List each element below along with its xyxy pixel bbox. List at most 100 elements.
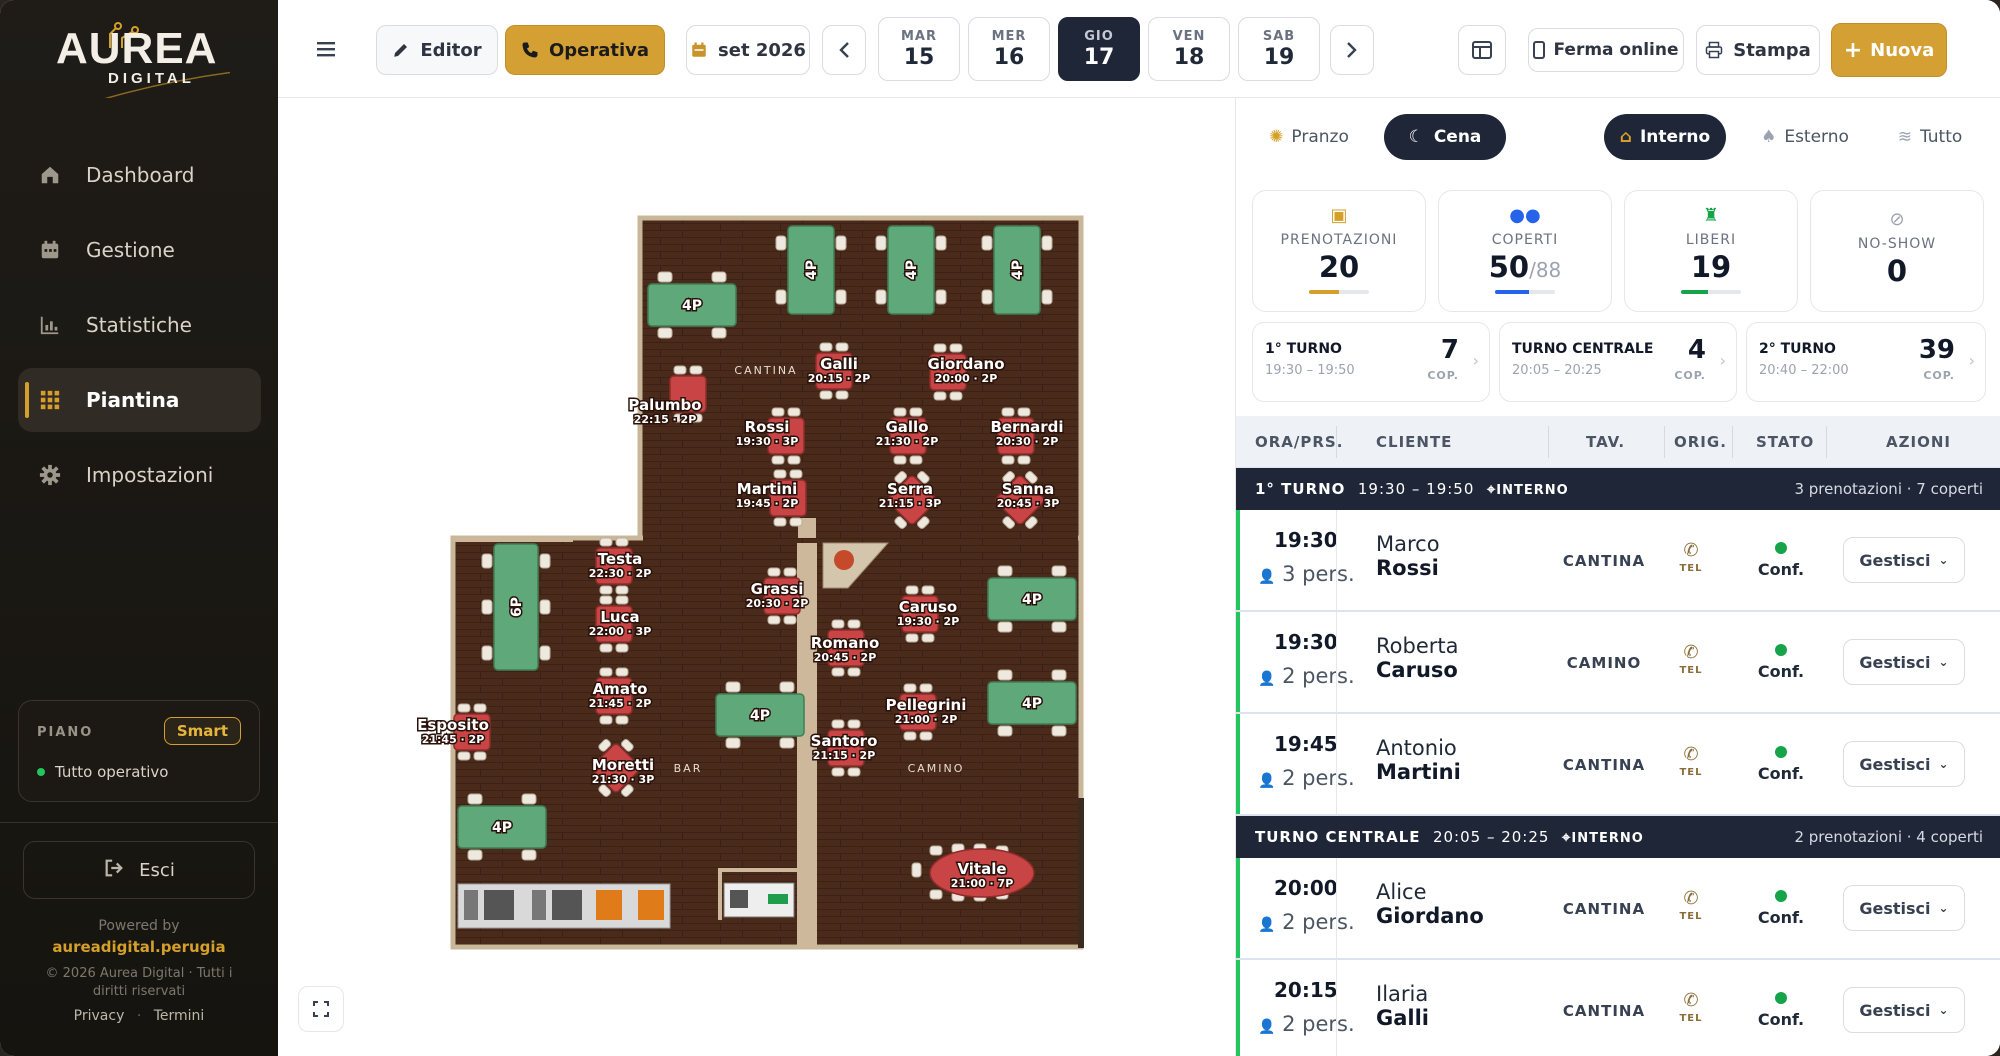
- day-tab-16[interactable]: MER 16: [968, 17, 1050, 81]
- turno-unit: COP.: [1923, 369, 1955, 382]
- nav-statistiche[interactable]: Statistiche: [18, 293, 261, 357]
- chair: [1051, 669, 1067, 681]
- chair: [831, 619, 845, 629]
- table-row[interactable]: 20:15 👤 2 pers. Ilaria Galli CANTINA ✆ TEL Conf…: [1236, 960, 2000, 1056]
- manage-button[interactable]: Gestisci ⌄: [1843, 885, 1965, 931]
- filter-cena-label: Cena: [1433, 127, 1482, 147]
- turno-card-1[interactable]: 1° TURNO 19:30 – 19:50 7 COP. ›: [1252, 322, 1490, 402]
- turno-card-centrale[interactable]: TURNO CENTRALE 20:05 – 20:25 4 COP. ›: [1499, 322, 1737, 402]
- row-origin-label: TEL: [1679, 1013, 1703, 1024]
- free-table-label: 4P: [1010, 260, 1026, 280]
- reservation-name: Bernardi: [990, 418, 1063, 436]
- status-dot-icon: [37, 768, 45, 776]
- filter-pranzo[interactable]: ✺ Pranzo: [1254, 114, 1364, 160]
- phone-icon: ✆: [1683, 540, 1699, 561]
- chair: [905, 585, 919, 595]
- manage-button[interactable]: Gestisci ⌄: [1843, 639, 1965, 685]
- reservation-name: Moretti: [592, 756, 654, 774]
- group-zone: INTERNO: [1496, 483, 1569, 498]
- col-ora[interactable]: ORA/PRS.: [1255, 433, 1343, 451]
- filter-esterno[interactable]: ♠ Esterno: [1740, 114, 1870, 160]
- reservation-name: Luca: [600, 608, 639, 626]
- table-row[interactable]: 19:30 👤 3 pers. Marco Rossi CANTINA ✆ TEL Conf.…: [1236, 510, 2000, 612]
- col-orig[interactable]: ORIG.: [1674, 433, 1727, 451]
- day-tab-15[interactable]: MAR 15: [878, 17, 960, 81]
- row-party-size: 👤 2 pers.: [1258, 664, 1355, 688]
- chair: [1001, 455, 1015, 465]
- new-reservation-button[interactable]: + Nuova: [1831, 23, 1947, 77]
- filter-cena[interactable]: ☾ Cena: [1384, 114, 1506, 160]
- stat-value-number: 20: [1318, 250, 1360, 284]
- terms-link[interactable]: Termini: [154, 1008, 205, 1024]
- group-range: 19:30 – 19:50: [1357, 480, 1475, 498]
- nav-impostazioni[interactable]: Impostazioni: [18, 443, 261, 507]
- free-table-label: 4P: [904, 260, 920, 280]
- next-day-button[interactable]: [1330, 25, 1374, 75]
- brand-logo[interactable]: AUREA DIGITAL: [50, 22, 240, 98]
- manage-button[interactable]: Gestisci ⌄: [1843, 741, 1965, 787]
- group-header-turno-1[interactable]: 1° TURNO 19:30 – 19:50 ⌖INTERNO 3 prenot…: [1236, 468, 2000, 510]
- filter-interno[interactable]: ⌂ Interno: [1604, 114, 1726, 160]
- client-first-name: Marco: [1376, 532, 1440, 556]
- turno-card-2[interactable]: 2° TURNO 20:40 – 22:00 39 COP. ›: [1746, 322, 1986, 402]
- col-stato[interactable]: STATO: [1756, 433, 1814, 451]
- col-tav[interactable]: TAV.: [1586, 433, 1625, 451]
- day-tab-18[interactable]: VEN 18: [1148, 17, 1230, 81]
- print-button[interactable]: Stampa: [1696, 25, 1820, 75]
- stat-value: 0: [1811, 254, 1983, 288]
- manage-label: Gestisci: [1859, 1000, 1931, 1020]
- nav-piantina[interactable]: Piantina: [18, 368, 261, 432]
- floor-plan[interactable]: 4P 4P 4P 4P 6P 4P 4P 4P 4P Galli20:15 · 2P Giorda…: [278, 98, 1235, 1056]
- kitchen-appliance: [768, 894, 788, 904]
- row-origin: ✆ TEL: [1656, 744, 1726, 778]
- chair: [599, 537, 613, 547]
- col-cliente[interactable]: CLIENTE: [1376, 433, 1452, 451]
- reservation-info: 22:15 · 2P: [634, 413, 697, 426]
- stop-online-button[interactable]: Ferma online: [1528, 28, 1684, 72]
- chair: [711, 327, 727, 339]
- bar-appliance: [596, 890, 622, 920]
- operativa-mode-button[interactable]: Operativa: [505, 25, 665, 75]
- filter-tutto[interactable]: ≋ Tutto: [1880, 114, 1980, 160]
- privacy-link[interactable]: Privacy: [74, 1008, 125, 1024]
- manage-button[interactable]: Gestisci ⌄: [1843, 537, 1965, 583]
- chair: [473, 751, 487, 761]
- turno-range: 19:30 – 19:50: [1265, 363, 1355, 378]
- day-tab-17[interactable]: GIO 17: [1058, 17, 1140, 81]
- row-status: Conf.: [1741, 746, 1821, 783]
- row-party-size: 👤 2 pers.: [1258, 910, 1355, 934]
- nav-label: Impostazioni: [86, 463, 214, 487]
- manage-button[interactable]: Gestisci ⌄: [1843, 987, 1965, 1033]
- table-row[interactable]: 19:45 👤 2 pers. Antonio Martini CANTINA ✆ TEL C…: [1236, 714, 2000, 816]
- prev-day-button[interactable]: [822, 25, 866, 75]
- powered-link[interactable]: aureadigital.perugia: [0, 938, 278, 956]
- chair: [473, 703, 487, 713]
- new-reservation-label: Nuova: [1870, 39, 1935, 61]
- pencil-icon: [394, 44, 408, 57]
- print-label: Stampa: [1733, 39, 1811, 61]
- floor-plan-canvas[interactable]: 4P 4P 4P 4P 6P 4P 4P 4P 4P Galli 20:15 · 2P Giorda…: [278, 98, 1235, 1056]
- client-first-name: Roberta: [1376, 634, 1459, 658]
- nav-dashboard[interactable]: Dashboard: [18, 143, 261, 207]
- logout-button[interactable]: Esci: [23, 841, 255, 899]
- fullscreen-button[interactable]: [298, 986, 344, 1032]
- chair: [615, 595, 629, 605]
- chair: [725, 737, 741, 749]
- nav-gestione[interactable]: Gestione: [18, 218, 261, 282]
- menu-toggle-button[interactable]: [314, 36, 340, 62]
- layout-toggle-button[interactable]: [1458, 25, 1506, 75]
- chair: [767, 567, 781, 577]
- table-row[interactable]: 19:30 👤 2 pers. Roberta Caruso CAMINO ✆ TEL Con…: [1236, 612, 2000, 714]
- reservation-info: 21:15 · 2P: [813, 749, 876, 762]
- chair: [847, 719, 861, 729]
- chair: [789, 469, 803, 479]
- editor-mode-button[interactable]: Editor: [376, 25, 498, 75]
- phone-icon: ✆: [1683, 888, 1699, 909]
- app-window: AUREA DIGITAL Dashboard Gestione Statist…: [0, 0, 2000, 1056]
- month-picker-button[interactable]: set 2026: [686, 25, 810, 75]
- day-tab-19[interactable]: SAB 19: [1238, 17, 1320, 81]
- turno-range: 20:05 – 20:25: [1512, 363, 1602, 378]
- table-row[interactable]: 20:00 👤 2 pers. Alice Giordano CANTINA ✆ TEL Co…: [1236, 858, 2000, 960]
- stop-online-label: Ferma online: [1553, 40, 1679, 60]
- group-header-turno-centrale[interactable]: TURNO CENTRALE 20:05 – 20:25 ⌖INTERNO 2 …: [1236, 816, 2000, 858]
